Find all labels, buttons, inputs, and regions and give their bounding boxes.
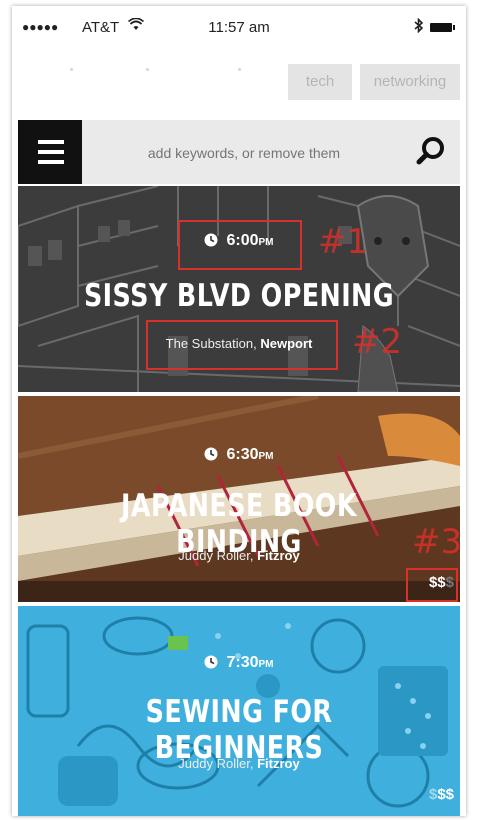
event-time: 7:30PM — [18, 654, 460, 672]
clock-icon — [204, 655, 218, 669]
event-time-ampm: PM — [258, 659, 274, 670]
venue-suburb: Fitzroy — [257, 548, 300, 563]
event-time-ampm: PM — [258, 237, 274, 248]
hamburger-menu-icon — [38, 140, 64, 144]
event-title: SISSY BLVD OPENING — [83, 278, 395, 314]
event-venue: Juddy Roller, Fitzroy — [18, 548, 460, 563]
event-card[interactable]: 6:30PM JAPANESE BOOK BINDING Juddy Rolle… — [18, 396, 460, 602]
event-time-ampm: PM — [258, 451, 274, 462]
event-venue: Juddy Roller, Fitzroy — [18, 756, 460, 771]
clock: 11:57 am — [208, 19, 270, 36]
event-time: 6:30PM — [18, 446, 460, 464]
price-active: $$ — [437, 786, 454, 803]
price-indicator: $$$ — [429, 574, 454, 591]
venue-name: Juddy Roller, — [178, 548, 254, 563]
event-time-value: 6:30 — [226, 446, 259, 463]
price-indicator: $$$ — [429, 786, 454, 803]
clock-icon — [204, 233, 218, 247]
bluetooth-icon — [414, 17, 424, 36]
venue-suburb: Newport — [260, 336, 313, 351]
battery-icon — [430, 23, 455, 32]
menu-button[interactable] — [18, 120, 82, 184]
decorative-dot — [238, 68, 241, 71]
decorative-dot — [146, 68, 149, 71]
tag-networking[interactable]: networking — [360, 64, 460, 100]
venue-name: Juddy Roller, — [178, 756, 254, 771]
event-card[interactable]: 7:30PM SEWING FOR BEGINNERS Juddy Roller… — [18, 606, 460, 816]
tag-tech[interactable]: tech — [288, 64, 352, 100]
search-icon[interactable] — [416, 136, 446, 166]
price-active: $$ — [428, 574, 446, 591]
venue-suburb: Fitzroy — [257, 756, 300, 771]
annotation-label-3: #3 — [412, 522, 460, 562]
annotation-label-2: #2 — [352, 322, 403, 362]
event-time-value: 7:30 — [226, 654, 259, 671]
phone-screen: ●●●●● AT&T 11:57 am tech networking add … — [12, 6, 466, 816]
venue-name: The Substation, — [165, 336, 257, 351]
event-time: 6:00PM — [18, 232, 460, 250]
event-card[interactable]: 6:00PM #1 SISSY BLVD OPENING The Substat… — [18, 186, 460, 392]
annotation-label-1: #1 — [318, 222, 369, 262]
search-input[interactable] — [92, 120, 396, 186]
status-bar: ●●●●● AT&T 11:57 am — [12, 6, 466, 48]
decorative-dot — [70, 68, 73, 71]
event-time-value: 6:00 — [226, 232, 259, 249]
search-bar — [82, 120, 460, 186]
clock-icon — [204, 447, 218, 461]
price-inactive: $ — [445, 574, 454, 591]
